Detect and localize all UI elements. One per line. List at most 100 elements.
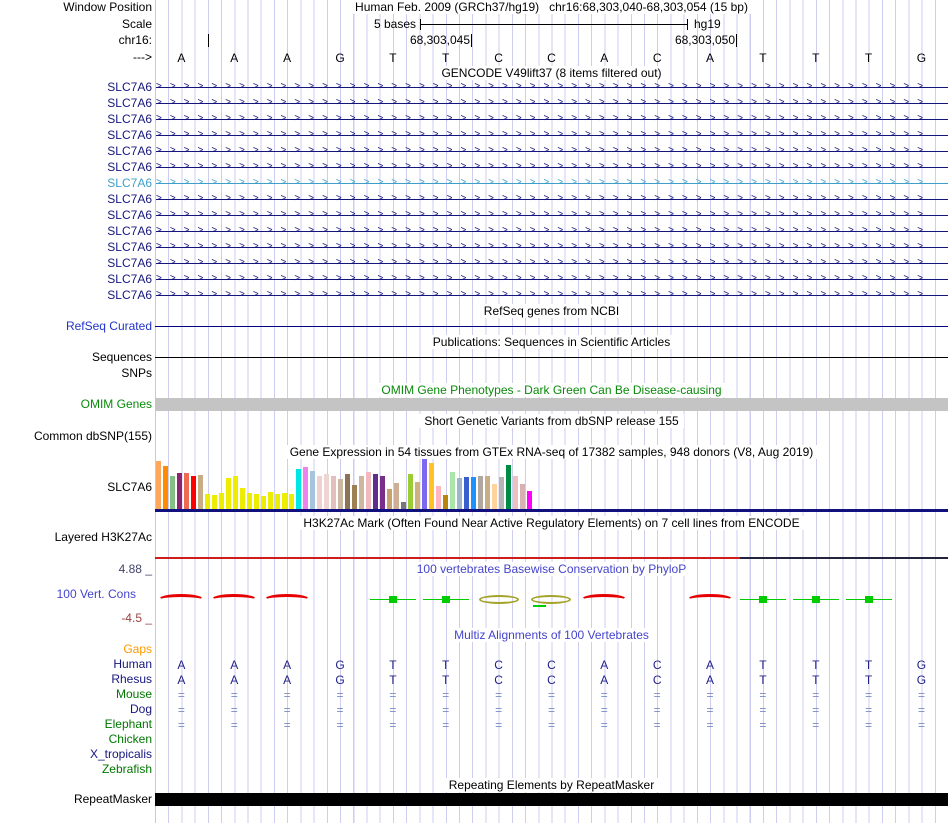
omim-track-label[interactable]: OMIM Genes: [0, 398, 152, 411]
gtex-tissue-bar: [450, 472, 455, 509]
gene-transcript-row[interactable]: >>>>>>>>>>>>>>>>>>>>>>>>>>>>>>>>>>>>>>>>…: [156, 240, 948, 254]
snps-track-label[interactable]: SNPs: [0, 367, 152, 380]
omim-genes-bar[interactable]: [155, 398, 948, 411]
base-cell: =: [812, 688, 820, 702]
base-cell: =: [759, 688, 767, 702]
gene-transcript-row[interactable]: >>>>>>>>>>>>>>>>>>>>>>>>>>>>>>>>>>>>>>>>…: [156, 256, 948, 270]
gene-transcript-row[interactable]: >>>>>>>>>>>>>>>>>>>>>>>>>>>>>>>>>>>>>>>>…: [156, 160, 948, 174]
base-cell: C: [652, 673, 662, 687]
base-cell: =: [283, 688, 291, 702]
multiz-species-label-human[interactable]: Human: [0, 658, 152, 671]
gene-row-label[interactable]: SLC7A6: [0, 273, 152, 286]
base-cell: A: [177, 658, 186, 672]
base-cell: T: [442, 51, 450, 65]
gene-row-label[interactable]: SLC7A6: [0, 113, 152, 126]
base-cell: =: [706, 688, 714, 702]
gene-row-label[interactable]: SLC7A6: [0, 225, 152, 238]
gene-transcript-row[interactable]: >>>>>>>>>>>>>>>>>>>>>>>>>>>>>>>>>>>>>>>>…: [156, 176, 948, 190]
multiz-species-label-x_tropicalis[interactable]: X_tropicalis: [0, 748, 152, 761]
gene-row-label[interactable]: SLC7A6: [0, 209, 152, 222]
gencode-title: GENCODE V49lift37 (8 items filtered out): [155, 66, 948, 80]
base-cell: A: [230, 673, 239, 687]
multiz-species-label-elephant[interactable]: Elephant: [0, 718, 152, 731]
gtex-tissue-bar: [387, 489, 392, 509]
multiz-species-label-dog[interactable]: Dog: [0, 703, 152, 716]
multiz-species-label-mouse[interactable]: Mouse: [0, 688, 152, 701]
gtex-tissue-bar: [156, 461, 161, 509]
gtex-tissue-bar: [401, 502, 406, 509]
h3k27ac-signal-dark[interactable]: [740, 557, 948, 559]
base-cell: =: [759, 718, 767, 732]
base-cell: A: [706, 658, 715, 672]
gtex-tissue-bar: [170, 476, 175, 509]
gtex-track-label[interactable]: SLC7A6: [0, 481, 152, 494]
gtex-tissue-bar: [373, 474, 378, 509]
base-cell: T: [442, 658, 450, 672]
multiz-species-label-chicken[interactable]: Chicken: [0, 733, 152, 746]
conservation-track-label[interactable]: 100 Vert. Cons: [0, 588, 136, 601]
gene-row-label[interactable]: SLC7A6: [0, 81, 152, 94]
gene-row-label[interactable]: SLC7A6: [0, 97, 152, 110]
strand-arrow-label: --->: [133, 50, 152, 64]
conservation-mark-cell: [684, 591, 737, 607]
multiz-species-label-gaps[interactable]: Gaps: [0, 643, 152, 656]
sequences-track-label[interactable]: Sequences: [0, 351, 152, 364]
base-cell: =: [177, 688, 185, 702]
repeatmasker-track-label[interactable]: RepeatMasker: [0, 793, 152, 806]
base-cell: =: [442, 703, 450, 717]
gtex-tissue-bar: [422, 459, 427, 509]
gene-transcript-row[interactable]: >>>>>>>>>>>>>>>>>>>>>>>>>>>>>>>>>>>>>>>>…: [156, 96, 948, 110]
gene-transcript-row[interactable]: >>>>>>>>>>>>>>>>>>>>>>>>>>>>>>>>>>>>>>>>…: [156, 144, 948, 158]
base-cell: C: [494, 51, 503, 65]
assembly-label: hg19: [694, 17, 721, 31]
gene-row-label[interactable]: SLC7A6: [0, 289, 152, 302]
gene-transcript-row[interactable]: >>>>>>>>>>>>>>>>>>>>>>>>>>>>>>>>>>>>>>>>…: [156, 208, 948, 222]
base-cell: T: [759, 51, 767, 65]
multiz-alignment-row-mouse[interactable]: = = = = = = = = = = = = = = =: [155, 688, 948, 702]
conservation-marks-row[interactable]: [155, 591, 948, 607]
repeatmasker-element-bar[interactable]: [155, 793, 948, 806]
gene-row-label[interactable]: SLC7A6: [0, 177, 152, 190]
base-cell: =: [600, 703, 608, 717]
dbsnp-track-label[interactable]: Common dbSNP(155): [0, 430, 152, 443]
refseq-track-line[interactable]: [155, 326, 948, 327]
h3k27ac-signal-red[interactable]: [155, 557, 740, 559]
sequences-track-line[interactable]: [155, 357, 948, 358]
gene-row-label[interactable]: SLC7A6: [0, 145, 152, 158]
gene-row-label[interactable]: SLC7A6: [0, 241, 152, 254]
gtex-tissue-bar: [310, 471, 315, 509]
multiz-alignment-row-rhesus[interactable]: AAAGTTCCACATTTG: [155, 673, 948, 687]
gtex-tissue-bar: [471, 477, 476, 509]
conservation-mark-oval: [478, 594, 519, 604]
multiz-alignment-row-human[interactable]: AAAGTTCCACATTTG: [155, 658, 948, 672]
gtex-tissue-bar: [331, 476, 336, 509]
gene-transcript-row[interactable]: >>>>>>>>>>>>>>>>>>>>>>>>>>>>>>>>>>>>>>>>…: [156, 192, 948, 206]
gene-row-label[interactable]: SLC7A6: [0, 193, 152, 206]
gene-transcript-row[interactable]: >>>>>>>>>>>>>>>>>>>>>>>>>>>>>>>>>>>>>>>>…: [156, 224, 948, 238]
multiz-alignment-row-elephant[interactable]: = = = = = = = = = = = = = = =: [155, 718, 948, 732]
gene-row-label[interactable]: SLC7A6: [0, 257, 152, 270]
multiz-species-label-zebrafish[interactable]: Zebrafish: [0, 763, 152, 776]
gtex-tissue-bar: [317, 476, 322, 509]
gtex-tissue-bar: [212, 495, 217, 509]
base-cell: =: [230, 718, 238, 732]
h3k27ac-track-label[interactable]: Layered H3K27Ac: [0, 531, 152, 544]
multiz-species-label-rhesus[interactable]: Rhesus: [0, 673, 152, 686]
gene-row-label[interactable]: SLC7A6: [0, 161, 152, 174]
refseq-track-label[interactable]: RefSeq Curated: [0, 320, 152, 333]
gene-transcript-row[interactable]: >>>>>>>>>>>>>>>>>>>>>>>>>>>>>>>>>>>>>>>>…: [156, 112, 948, 126]
scale-bar: [420, 19, 688, 30]
conservation-mark-green: [845, 595, 892, 604]
base-cell: T: [812, 673, 820, 687]
base-cell: G: [335, 673, 345, 687]
multiz-alignment-row-dog[interactable]: = = = = = = = = = = = = = = =: [155, 703, 948, 717]
gene-transcript-row[interactable]: >>>>>>>>>>>>>>>>>>>>>>>>>>>>>>>>>>>>>>>>…: [156, 80, 948, 94]
gene-transcript-row[interactable]: >>>>>>>>>>>>>>>>>>>>>>>>>>>>>>>>>>>>>>>>…: [156, 272, 948, 286]
conservation-mark-cell: [578, 591, 631, 607]
conservation-mark-cell: [736, 591, 789, 607]
gene-transcript-row[interactable]: >>>>>>>>>>>>>>>>>>>>>>>>>>>>>>>>>>>>>>>>…: [156, 128, 948, 142]
base-cell: =: [547, 703, 555, 717]
gene-row-label[interactable]: SLC7A6: [0, 129, 152, 142]
gtex-expression-bars[interactable]: [155, 455, 948, 509]
gene-transcript-row[interactable]: >>>>>>>>>>>>>>>>>>>>>>>>>>>>>>>>>>>>>>>>…: [156, 288, 948, 302]
